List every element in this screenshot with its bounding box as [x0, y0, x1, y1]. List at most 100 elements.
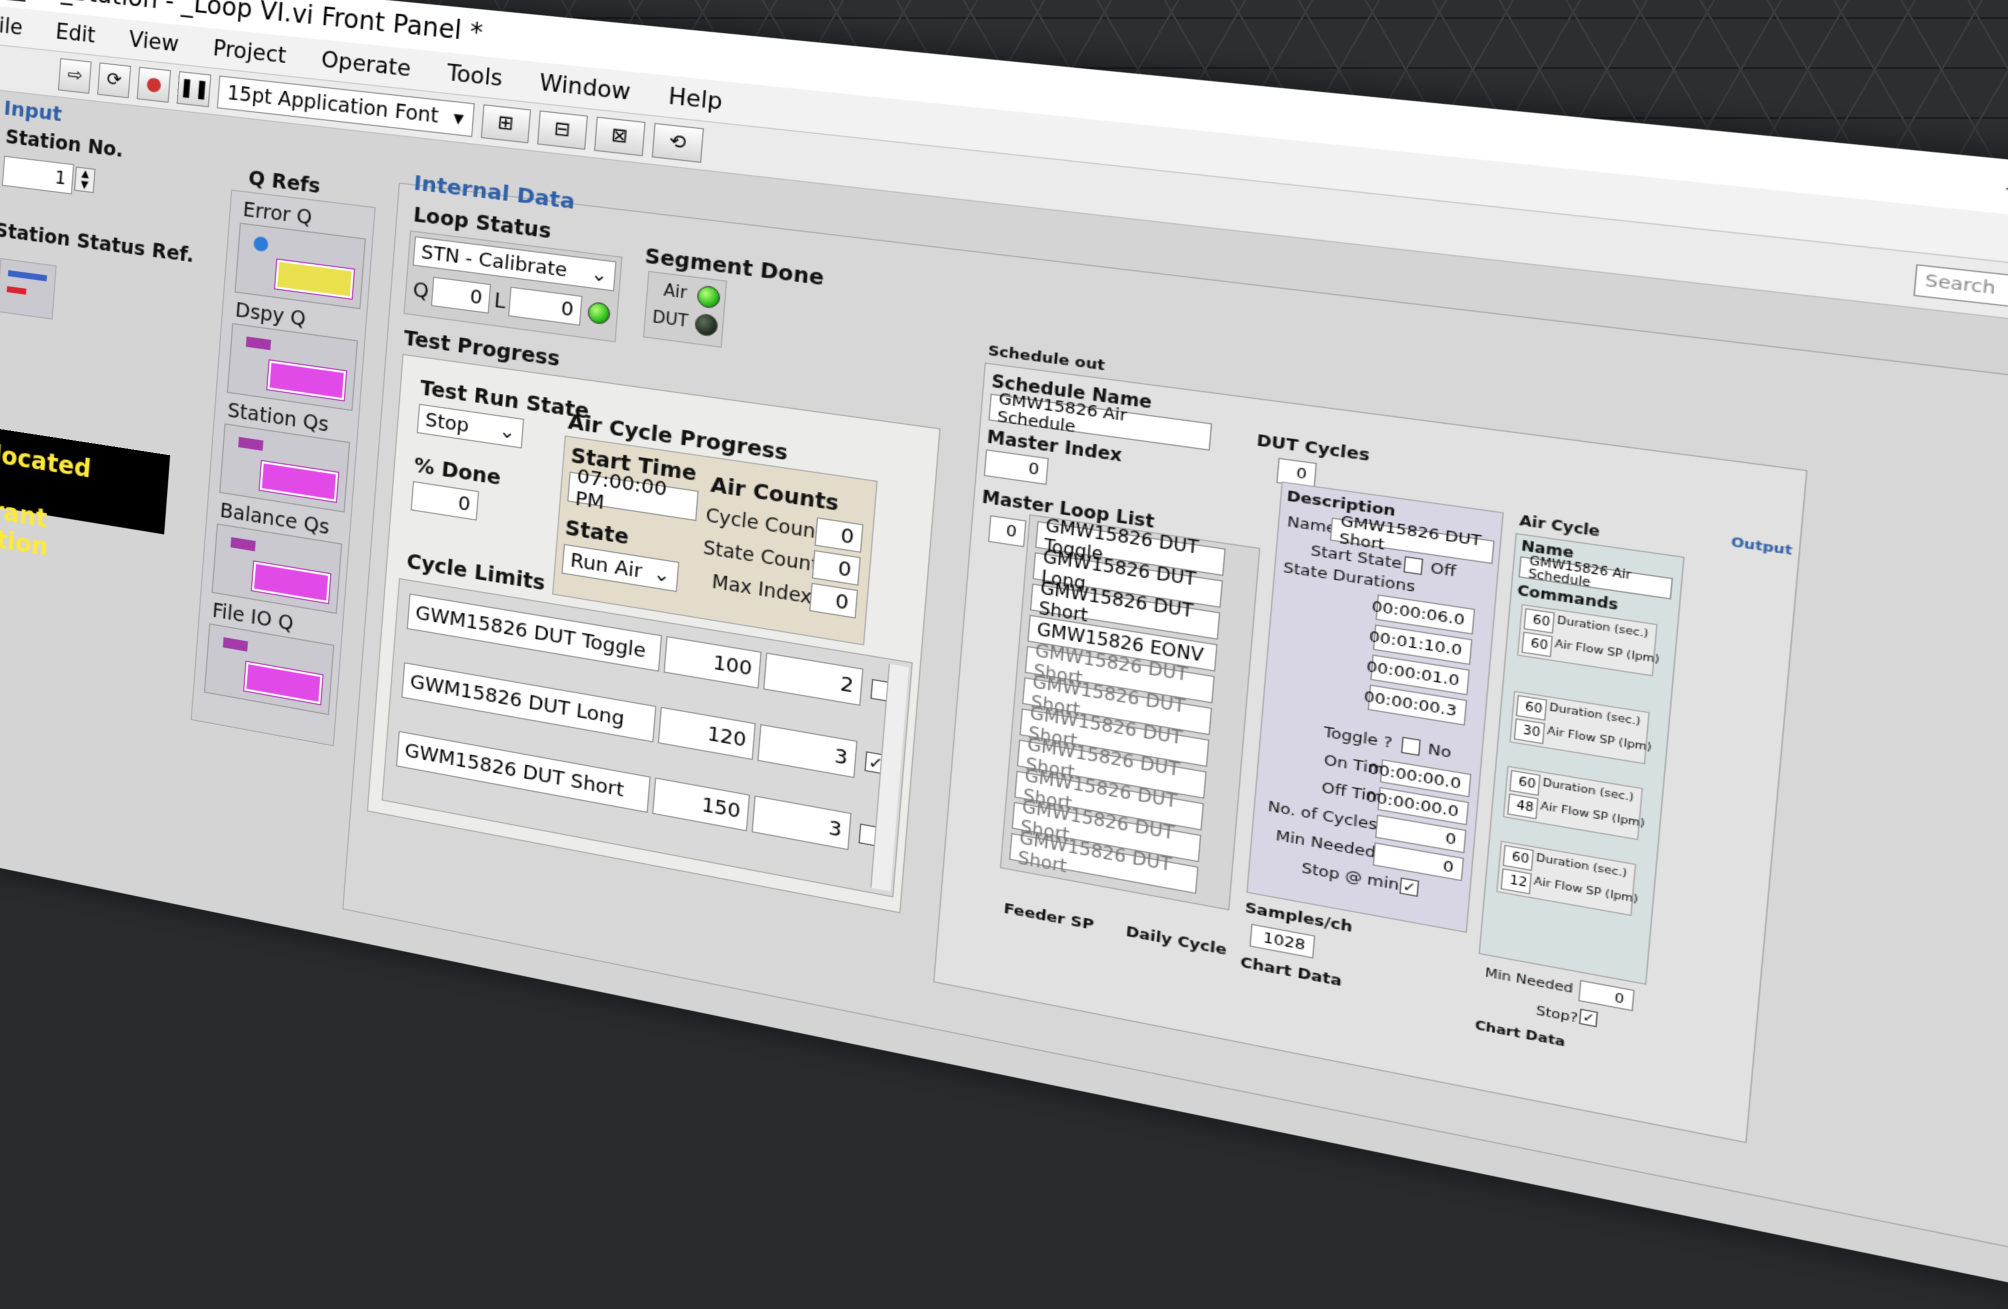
air-chart-data-label: Chart Data [1474, 1017, 1566, 1050]
l-label: L [493, 288, 507, 314]
master-index-value: 0 [983, 449, 1049, 485]
run-arrow-icon[interactable]: ⇨ [57, 58, 92, 94]
command-duration-label: Duration (sec.) [1556, 615, 1649, 641]
command-item: 60 Duration (sec.) 12 Air Flow SP (lpm) [1496, 840, 1639, 917]
loop-status-led [587, 301, 611, 326]
chevron-down-icon: ▾ [452, 106, 465, 131]
command-flow-label: Air Flow SP (lpm) [1539, 801, 1646, 831]
samples-value: 1028 [1249, 923, 1316, 959]
command-flow-label: Air Flow SP (lpm) [1546, 725, 1653, 755]
cycle-limit-name[interactable]: GWM15826 DUT Short [396, 730, 651, 813]
l-value: 0 [508, 286, 583, 326]
max-index-label: Max Index [711, 571, 813, 610]
menu-help[interactable]: Help [667, 83, 723, 115]
station-status-ref-icon[interactable] [0, 258, 57, 320]
menu-tools[interactable]: Tools [446, 60, 504, 91]
air-cycle-cluster: Name GMW15826 Air Schedule Commands 60 D… [1478, 532, 1685, 985]
cycle-limit-count[interactable]: 3 [757, 724, 858, 779]
start-state-checkbox[interactable] [1403, 556, 1424, 576]
command-flow: 30 [1513, 718, 1546, 745]
state-value: Run Air [569, 548, 644, 583]
menu-window[interactable]: Window [538, 70, 631, 105]
toggle-label: Toggle ? [1322, 723, 1394, 753]
cycle-limit-name[interactable]: GWM15826 DUT Long [401, 662, 657, 743]
preallocated-note: Preallocated clone reentrant execution [0, 416, 171, 562]
command-duration-label: Duration (sec.) [1548, 702, 1642, 729]
minimize-button[interactable]: – [2004, 172, 2008, 203]
test-run-state-value: Stop [424, 408, 470, 437]
cycle-count-value: 0 [814, 517, 864, 553]
distribute-icon[interactable]: ⊟ [536, 110, 588, 150]
master-loop-index[interactable]: 0 [988, 515, 1027, 548]
min-needed-label: Min Needed [1274, 827, 1377, 863]
state-select[interactable]: Run Air ⌄ [561, 543, 680, 593]
chevron-down-icon: ⌄ [652, 561, 672, 588]
toggle-checkbox[interactable] [1401, 736, 1421, 756]
reorder-icon[interactable]: ⟲ [651, 122, 704, 163]
error-q-ref[interactable] [234, 222, 366, 310]
master-loop-list: GMW15826 DUT Toggle GMW15826 DUT Long GM… [999, 514, 1261, 911]
air-label: Air [662, 280, 688, 303]
segment-done-cluster: Air DUT [642, 270, 728, 348]
qrefs-cluster: Error Q Dspy Q Station Qs Balance Qs Fil… [190, 189, 376, 747]
command-flow-label: Air Flow SP (lpm) [1554, 638, 1661, 667]
max-index-value: 0 [809, 582, 859, 619]
start-state-value: Off [1429, 559, 1457, 582]
dut-led [694, 312, 719, 338]
pct-done-value: 0 [410, 481, 480, 521]
command-duration: 60 [1502, 844, 1534, 872]
chevron-down-icon: ⌄ [589, 262, 609, 287]
chevron-down-icon: ⌄ [498, 419, 517, 444]
menu-edit[interactable]: Edit [55, 19, 97, 47]
command-duration: 60 [1515, 694, 1548, 721]
abort-icon[interactable]: ● [136, 66, 172, 103]
pause-icon[interactable]: ❚❚ [176, 71, 212, 108]
cycle-limit-value[interactable]: 150 [652, 777, 750, 832]
command-item: 60 Duration (sec.) 60 Air Flow SP (lpm) [1517, 603, 1661, 677]
command-flow: 60 [1521, 631, 1553, 658]
loop-status-value: STN - Calibrate [420, 240, 569, 282]
command-flow: 48 [1507, 793, 1539, 820]
air-min-needed-value: 0 [1578, 979, 1635, 1012]
station-no-stepper[interactable]: ▲ ▼ [74, 166, 96, 194]
command-duration-label: Duration (sec.) [1542, 777, 1635, 805]
station-qs-ref[interactable] [219, 423, 351, 513]
search-placeholder: Search [1924, 271, 1997, 299]
command-item: 60 Duration (sec.) 48 Air Flow SP (lpm) [1502, 765, 1646, 841]
air-min-needed-label: Min Needed [1484, 964, 1574, 997]
stop-label: Stop? [1535, 1002, 1579, 1026]
stop-min-checkbox[interactable]: ✓ [1399, 877, 1420, 897]
q-value: 0 [430, 276, 492, 314]
menu-view[interactable]: View [128, 27, 180, 57]
cycle-limit-count[interactable]: 2 [763, 652, 864, 706]
input-label: Input [3, 95, 63, 127]
toggle-value: No [1427, 741, 1453, 763]
front-panel-window: ▶ sr_Station - _Loop VI.vi Front Panel *… [0, 0, 2008, 1309]
feeder-sp-label: Feeder SP [1003, 900, 1095, 935]
cycle-limit-count[interactable]: 3 [751, 795, 852, 851]
labview-icon: ▶ [0, 0, 28, 2]
q-label: Q [412, 278, 430, 304]
daily-cycle-label: Daily Cycle [1125, 923, 1228, 960]
align-icon[interactable]: ⊞ [480, 104, 531, 144]
cycle-limit-value[interactable]: 120 [657, 706, 756, 761]
stop-checkbox[interactable]: ✓ [1578, 1008, 1598, 1028]
command-duration-label: Duration (sec.) [1535, 852, 1628, 881]
command-flow: 12 [1500, 868, 1532, 895]
file-io-q-ref[interactable] [203, 623, 335, 716]
command-item: 60 Duration (sec.) 30 Air Flow SP (lpm) [1509, 690, 1652, 765]
air-led [696, 284, 721, 310]
run-continuously-icon[interactable]: ⟳ [97, 62, 132, 99]
resize-icon[interactable]: ⊠ [593, 116, 646, 157]
station-status-ref-label: Station Status Ref. [0, 219, 195, 268]
menu-operate[interactable]: Operate [320, 47, 411, 81]
station-no-input[interactable]: 1 [1, 155, 75, 195]
dspy-q-ref[interactable] [226, 323, 358, 411]
state-count-label: State Count [702, 537, 820, 578]
search-input[interactable]: Search ⌕ [1913, 264, 2008, 316]
menu-file[interactable]: File [0, 12, 23, 40]
command-duration: 60 [1523, 608, 1555, 634]
menu-project[interactable]: Project [212, 36, 287, 68]
cycle-limit-value[interactable]: 100 [663, 636, 762, 689]
description-cluster: Description Name GMW15826 DUT Short Star… [1246, 481, 1504, 933]
